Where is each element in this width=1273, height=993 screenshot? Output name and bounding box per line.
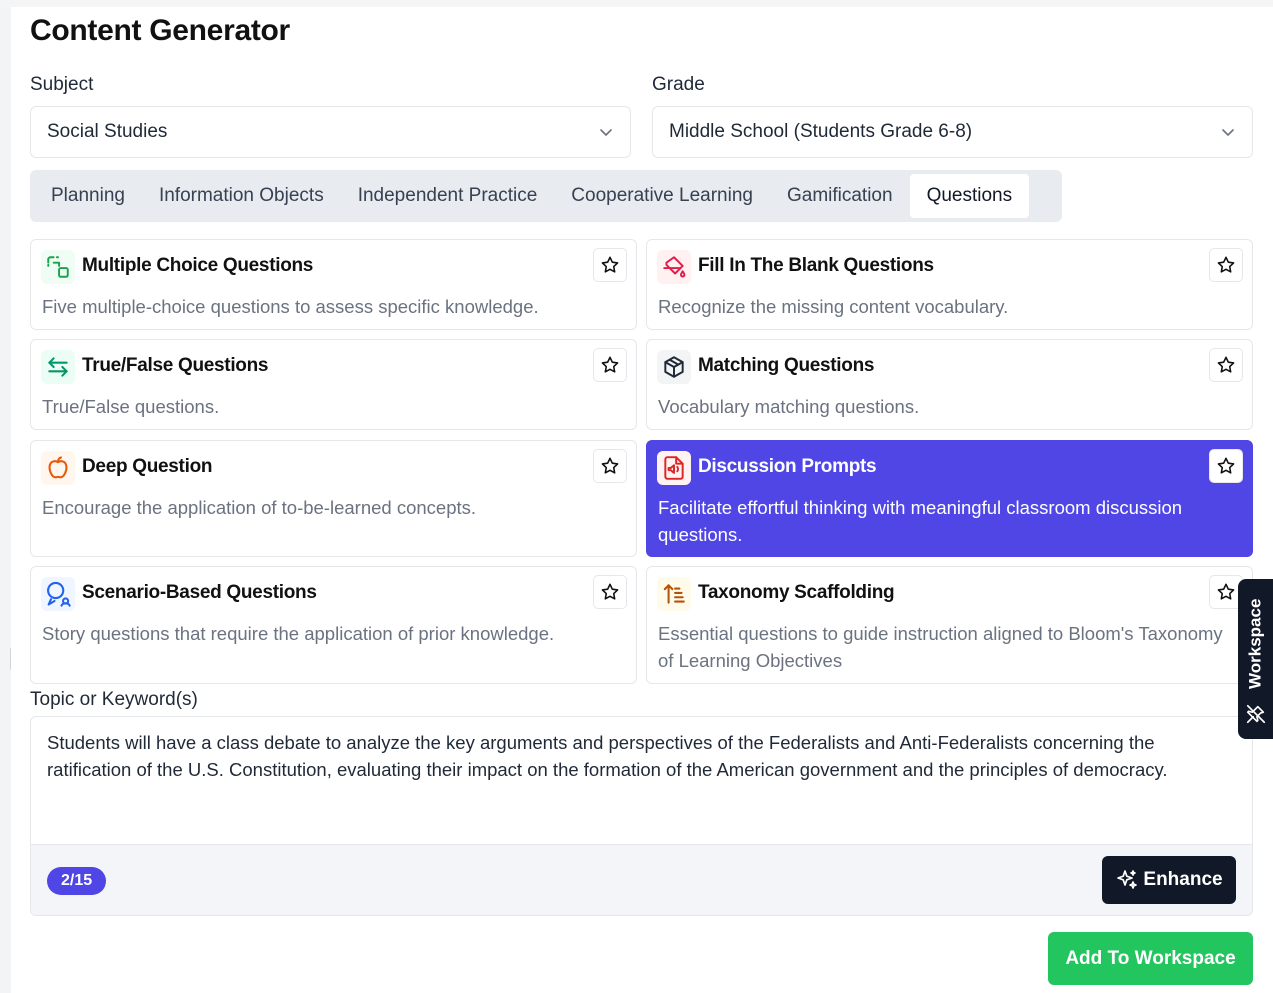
page-title: Content Generator (30, 14, 290, 47)
usage-counter-badge: 2/15 (47, 867, 107, 895)
tab-planning[interactable]: Planning (34, 174, 142, 218)
card-multiple-choice[interactable]: Multiple Choice Questions Five multiple-… (30, 239, 637, 330)
card-description: Facilitate effortful thinking with meani… (658, 497, 1183, 545)
subject-label: Subject (30, 74, 94, 95)
chevron-down-icon (1222, 129, 1234, 136)
card-title: Taxonomy Scaffolding (698, 582, 895, 603)
unpin-icon (1246, 704, 1266, 724)
card-description: Encourage the application of to-be-learn… (42, 497, 477, 518)
left-edge (0, 7, 11, 993)
sparkles-icon (1117, 870, 1138, 889)
star-icon[interactable] (593, 575, 627, 609)
star-icon[interactable] (1209, 248, 1243, 282)
card-title: Matching Questions (698, 355, 875, 376)
card-description: Essential questions to guide instruction… (658, 623, 1223, 671)
card-description: Story questions that require the applica… (42, 623, 555, 644)
tab-independent-practice[interactable]: Independent Practice (341, 174, 555, 218)
tab-questions[interactable]: Questions (909, 174, 1030, 218)
card-taxonomy-scaffolding[interactable]: Taxonomy Scaffolding Essential questions… (646, 566, 1253, 684)
tab-information-objects[interactable]: Information Objects (142, 174, 341, 218)
chevron-down-icon (600, 129, 612, 136)
card-description: Recognize the missing content vocabulary… (658, 296, 1009, 317)
card-description: True/False questions. (42, 396, 220, 417)
card-title: Multiple Choice Questions (82, 255, 314, 276)
enhance-button[interactable]: Enhance (1102, 856, 1236, 904)
card-scenario-based[interactable]: Scenario-Based Questions Story questions… (30, 566, 637, 684)
card-description: Five multiple-choice questions to assess… (42, 296, 539, 317)
tab-cooperative-learning[interactable]: Cooperative Learning (554, 174, 770, 218)
card-matching[interactable]: Matching Questions Vocabulary matching q… (646, 339, 1253, 430)
card-true-false[interactable]: True/False Questions True/False question… (30, 339, 637, 430)
shapes-icon (41, 250, 75, 284)
file-audio-icon (657, 451, 691, 485)
top-edge (0, 0, 1273, 7)
star-icon[interactable] (593, 449, 627, 483)
card-title: Scenario-Based Questions (82, 582, 317, 603)
card-deep-question[interactable]: Deep Question Encourage the application … (30, 440, 637, 557)
card-fill-in-blank[interactable]: Fill In The Blank Questions Recognize th… (646, 239, 1253, 330)
subject-select[interactable]: Social Studies (30, 106, 631, 158)
card-description: Vocabulary matching questions. (658, 396, 920, 417)
subject-value: Social Studies (47, 121, 168, 142)
topic-text[interactable]: Students will have a class debate to ana… (47, 729, 1222, 783)
star-icon[interactable] (593, 348, 627, 382)
textarea-footer: 2/15 Enhance (31, 844, 1252, 915)
enhance-label: Enhance (1143, 869, 1223, 890)
topic-textarea[interactable]: Students will have a class debate to ana… (30, 716, 1253, 916)
card-discussion-prompts[interactable]: Discussion Prompts Facilitate effortful … (646, 440, 1253, 557)
card-title: Discussion Prompts (698, 456, 877, 477)
box-icon (657, 350, 691, 384)
workspace-label: Workspace (1245, 598, 1265, 690)
grade-label: Grade (652, 74, 705, 95)
grade-select[interactable]: Middle School (Students Grade 6-8) (652, 106, 1253, 158)
add-to-workspace-button[interactable]: Add To Workspace (1048, 932, 1253, 985)
topic-label: Topic or Keyword(s) (30, 689, 198, 710)
workspace-side-tab[interactable]: Workspace (1238, 579, 1273, 739)
card-title: True/False Questions (82, 355, 269, 376)
apple-icon (41, 451, 75, 485)
card-title: Fill In The Blank Questions (698, 255, 934, 276)
grade-value: Middle School (Students Grade 6-8) (669, 121, 973, 142)
sort-ascending-icon (657, 577, 691, 611)
card-title: Deep Question (82, 456, 213, 477)
tab-gamification[interactable]: Gamification (770, 174, 910, 218)
category-tabs: Planning Information Objects Independent… (30, 170, 1062, 222)
star-icon[interactable] (593, 248, 627, 282)
star-icon[interactable] (1209, 348, 1243, 382)
speech-person-icon (41, 577, 75, 611)
swap-arrows-icon (41, 350, 75, 384)
paint-bucket-icon (657, 250, 691, 284)
star-icon[interactable] (1209, 449, 1243, 483)
